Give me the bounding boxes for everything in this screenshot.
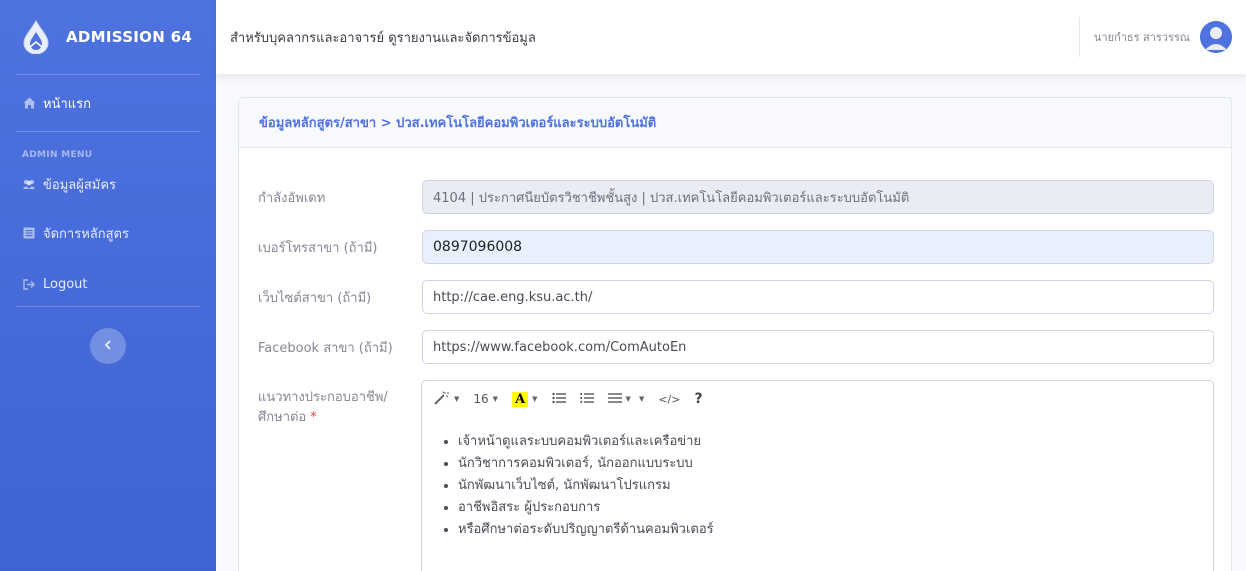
editor-content[interactable]: เจ้าหน้าดูแลระบบคอมพิวเตอร์และเครือข่าย … (422, 417, 1213, 541)
brand-link[interactable]: ADMISSION 64 (0, 0, 216, 74)
ordered-list-button[interactable] (580, 392, 594, 407)
career-label: แนวทางประกอบอาชีพ/ ศึกษาต่อ * (258, 388, 418, 428)
sidebar-item-label: Logout (43, 276, 88, 292)
rich-text-editor[interactable]: ▼ 16 ▼ A ▼ ▼ ▼ </> ? • เจ้าหน้าดูแลระบบค… (421, 380, 1214, 571)
list-item: หรือศึกษาต่อระดับปริญญาตรีด้านคอมพิวเตอร… (458, 519, 1213, 541)
chevron-down-icon: ▼ (454, 395, 460, 403)
font-color-icon: A (512, 391, 529, 407)
form-row-website: เว็บไซต์สาขา (ถ้ามี) http://cae.eng.ksu.… (258, 280, 1214, 314)
font-color-button[interactable]: A ▼ (512, 391, 538, 407)
field-label: กำลังอัพเดท (258, 190, 326, 206)
required-mark: * (310, 410, 317, 425)
avatar[interactable] (1200, 21, 1232, 53)
field-label: Facebook สาขา (ถ้ามี) (258, 340, 393, 356)
font-size-select[interactable]: 16 ▼ (473, 392, 498, 406)
field-label: เบอร์โทรสาขา (ถ้ามี) (258, 240, 378, 256)
topbar-divider (1078, 17, 1080, 57)
align-icon (607, 392, 622, 407)
sidebar-divider (16, 131, 200, 132)
form-row-facebook: Facebook สาขา (ถ้ามี) https://www.facebo… (258, 330, 1214, 364)
help-button[interactable]: ? (694, 391, 702, 407)
user-name[interactable]: นายกำธร สารวรรณ (1094, 28, 1190, 46)
chevron-left-icon (104, 339, 112, 354)
list-item: เจ้าหน้าดูแลระบบคอมพิวเตอร์และเครือข่าย (458, 431, 1213, 453)
sidebar: ADMISSION 64 หน้าแรก ADMIN MENU ข้อมูลผู… (0, 0, 216, 571)
sidebar-item-label: จัดการหลักสูตร (43, 226, 129, 242)
form-row-updating: กำลังอัพเดท 4104 | ประกาศนียบัตรวิชาชีพช… (258, 180, 1214, 214)
field-label: ศึกษาต่อ (258, 410, 307, 425)
chevron-down-icon: ▼ (638, 395, 645, 403)
page-title: สำหรับบุคลากรและอาจารย์ ดูรายงานและจัดกา… (230, 30, 536, 46)
list-item: นักวิชาการคอมพิวเตอร์, นักออกแบบระบบ (458, 453, 1213, 475)
brand-title: ADMISSION 64 (66, 28, 193, 46)
field-label: แนวทางประกอบอาชีพ/ (258, 390, 388, 405)
chevron-down-icon: ▼ (625, 395, 631, 403)
sidebar-item-label: หน้าแรก (43, 96, 91, 112)
sidebar-heading: ADMIN MENU (22, 150, 93, 160)
chevron-down-icon: ▼ (492, 395, 499, 403)
facebook-input[interactable]: https://www.facebook.com/ComAutoEn (422, 330, 1214, 364)
sidebar-item-applicants[interactable]: ข้อมูลผู้สมัคร (0, 164, 216, 204)
website-input[interactable]: http://cae.eng.ksu.ac.th/ (422, 280, 1214, 314)
home-icon (22, 96, 36, 110)
unordered-list-button[interactable] (551, 392, 566, 407)
sidebar-item-label: ข้อมูลผู้สมัคร (43, 177, 117, 193)
list-icon (22, 226, 36, 240)
curriculum-card: ข้อมูลหลักสูตร/สาขา > ปวส.เทคโนโลยีคอมพิ… (238, 97, 1232, 571)
editor-toolbar: ▼ 16 ▼ A ▼ ▼ ▼ </> ? (422, 381, 1213, 417)
sidebar-item-logout[interactable]: Logout (0, 262, 216, 306)
phone-input[interactable]: 0897096008 (422, 230, 1214, 264)
bullet-list-icon (551, 392, 566, 407)
font-size-value: 16 (473, 392, 489, 406)
list-item: นักพัฒนาเว็บไซต์, นักพัฒนาโปรแกรม (458, 475, 1213, 497)
users-icon (22, 177, 36, 191)
topbar: สำหรับบุคลากรและอาจารย์ ดูรายงานและจัดกา… (216, 0, 1246, 74)
sidebar-item-home[interactable]: หน้าแรก (0, 75, 216, 131)
updating-field: 4104 | ประกาศนียบัตรวิชาชีพชั้นสูง | ปวส… (422, 180, 1214, 214)
field-label: เว็บไซต์สาขา (ถ้ามี) (258, 290, 372, 306)
paragraph-align-button[interactable]: ▼ ▼ (607, 392, 645, 407)
code-view-button[interactable]: </> (658, 393, 680, 406)
sidebar-item-manage-curriculum[interactable]: จัดการหลักสูตร (0, 204, 216, 262)
card-header: ข้อมูลหลักสูตร/สาขา > ปวส.เทคโนโลยีคอมพิ… (239, 98, 1231, 148)
numbered-list-icon (580, 392, 594, 407)
magic-wand-icon (434, 390, 450, 408)
style-button[interactable]: ▼ (434, 390, 460, 408)
sidebar-toggle-button[interactable] (90, 328, 126, 364)
user-menu[interactable]: นายกำธร สารวรรณ (1078, 0, 1232, 74)
logout-icon (22, 277, 36, 291)
logo-icon (22, 20, 50, 54)
form-row-phone: เบอร์โทรสาขา (ถ้ามี) 0897096008 (258, 230, 1214, 264)
sidebar-divider (16, 306, 200, 307)
chevron-down-icon: ▼ (532, 395, 538, 403)
list-item: อาชีพอิสระ ผู้ประกอบการ (458, 497, 1213, 519)
